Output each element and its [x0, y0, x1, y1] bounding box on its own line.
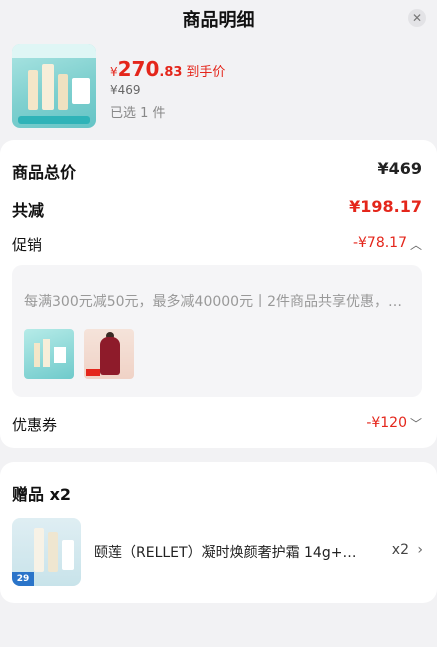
product-thumbnail[interactable]	[12, 44, 96, 128]
discount-label: 共减	[12, 201, 45, 220]
chevron-down-icon[interactable]: ﹀	[410, 415, 422, 432]
promo-label: 促销	[12, 236, 43, 254]
price-summary-card: 商品总价 ¥469 共减 ¥198.17 促销 -¥78.17 ︿ 每满300元…	[0, 140, 437, 448]
gift-badge: 29	[12, 572, 34, 586]
selected-count: 已选 1 件	[110, 106, 166, 121]
price-symbol: ¥	[110, 65, 118, 79]
close-icon[interactable]: ✕	[408, 9, 426, 27]
promo-description: 每满300元减50元，最多减40000元丨2件商品共享优惠，…	[24, 294, 402, 310]
gift-name[interactable]: 颐莲（RELLET）凝时焕颜奢护霜 14g+…	[94, 542, 364, 562]
coupon-label: 优惠券	[12, 416, 58, 434]
page-title: 商品明细	[182, 10, 255, 31]
final-price: ¥270.83 到手价	[110, 57, 225, 81]
original-price: ¥469	[110, 83, 141, 97]
price-tag: 到手价	[186, 65, 226, 80]
promo-item-thumbnail[interactable]	[84, 329, 134, 379]
total-value: ¥469	[377, 159, 422, 178]
product-header-area: 商品明细 ✕ ¥270.83 到手价 ¥469 已选 1 件	[0, 0, 437, 139]
price-decimal: .83	[159, 65, 183, 80]
gift-title: 赠品 x2	[12, 485, 72, 504]
discount-value: ¥198.17	[349, 197, 422, 216]
total-label: 商品总价	[12, 163, 77, 182]
promo-detail-box: 每满300元减50元，最多减40000元丨2件商品共享优惠，…	[12, 265, 422, 397]
coupon-value[interactable]: -¥120	[366, 415, 407, 431]
promo-item-thumbnail[interactable]	[24, 329, 74, 379]
gift-qty: x2	[391, 542, 409, 558]
chevron-right-icon[interactable]: ›	[417, 542, 423, 558]
chevron-up-icon[interactable]: ︿	[410, 236, 422, 253]
promo-value[interactable]: -¥78.17	[353, 235, 407, 251]
gift-card: 赠品 x2 29 颐莲（RELLET）凝时焕颜奢护霜 14g+… x2 ›	[0, 462, 437, 603]
gift-thumbnail[interactable]: 29	[12, 518, 81, 586]
price-integer: 270	[117, 57, 160, 81]
